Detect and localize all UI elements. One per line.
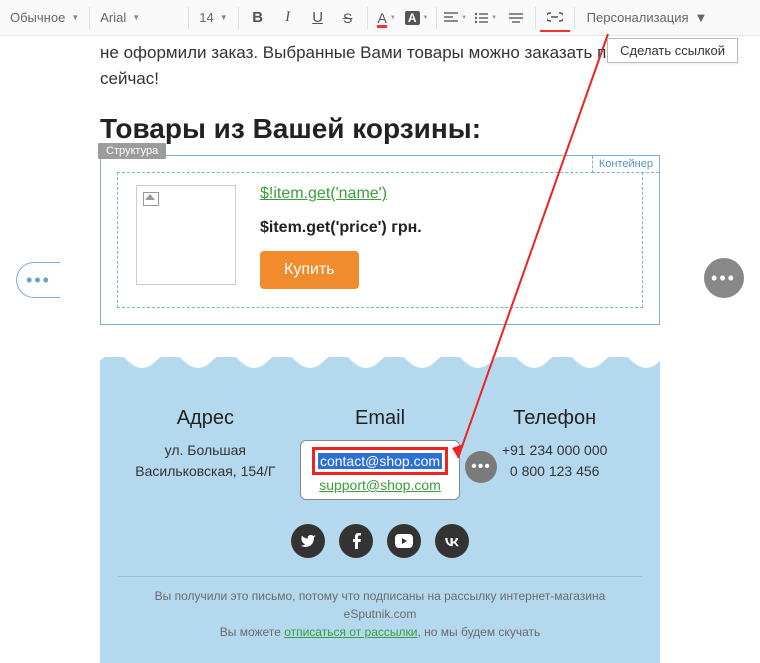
product-price[interactable]: $item.get('price') грн.	[260, 219, 624, 237]
product-image-placeholder[interactable]	[136, 185, 236, 285]
align-icon	[444, 12, 458, 24]
font-size-select[interactable]: 14 ▼	[193, 4, 233, 32]
toolbar-separator	[367, 7, 368, 29]
note-suffix: , но мы будем скучать	[417, 625, 540, 639]
strike-label: S	[343, 10, 352, 26]
bold-label: B	[252, 9, 263, 26]
underline-button[interactable]: U	[303, 4, 333, 32]
youtube-icon[interactable]	[387, 524, 421, 558]
email-selection-highlight: contact@shop.com	[312, 447, 448, 475]
product-details: $!item.get('name') $item.get('price') гр…	[260, 185, 624, 289]
link-icon	[547, 12, 563, 22]
email-text-block[interactable]: contact@shop.com support@shop.com •••	[300, 440, 460, 500]
left-side-actions-button[interactable]: •••	[16, 262, 60, 298]
vk-icon[interactable]	[435, 524, 469, 558]
caret-down-icon: ▼	[695, 10, 708, 25]
footer-note: Вы получили это письмо, потому что подпи…	[118, 587, 642, 641]
caret-down-icon: ▼	[132, 13, 140, 22]
footer-col-phone: Телефон +91 234 000 000 0 800 123 456	[467, 407, 642, 500]
product-name-link[interactable]: $!item.get('name')	[260, 185, 387, 202]
email-title: Email	[293, 407, 468, 430]
footer-columns: Адрес ул. Большая Васильковская, 154/Г E…	[118, 407, 642, 500]
list-icon	[474, 12, 488, 24]
personalization-label: Персонализация	[587, 10, 689, 25]
twitter-icon[interactable]	[291, 524, 325, 558]
footer-note-line-1: Вы получили это письмо, потому что подпи…	[118, 587, 642, 623]
paragraph-style-label: Обычное	[10, 10, 65, 25]
toolbar-separator	[436, 7, 437, 29]
right-side-actions-button[interactable]: •••	[704, 258, 744, 298]
underline-label: U	[312, 9, 323, 26]
list-button[interactable]	[471, 4, 501, 32]
text-color-button[interactable]: A	[372, 4, 402, 32]
align-button[interactable]	[441, 4, 471, 32]
structure-block[interactable]: Структура Контейнер $!item.get('name') $…	[100, 155, 660, 325]
bold-button[interactable]: B	[243, 4, 273, 32]
structure-label: Структура	[98, 143, 166, 159]
footer-note-line-2: Вы можете отписаться от рассылки, но мы …	[118, 623, 642, 641]
footer-block[interactable]: Адрес ул. Большая Васильковская, 154/Г E…	[100, 357, 660, 663]
toolbar-separator	[238, 7, 239, 29]
editor-toolbar: Обычное ▼ Arial ▼ 14 ▼ B I U S A A Персо…	[0, 0, 760, 36]
social-icons-row	[118, 524, 642, 558]
caret-down-icon: ▼	[220, 13, 228, 22]
caret-down-icon: ▼	[71, 13, 79, 22]
phone-title: Телефон	[467, 407, 642, 430]
block-actions-button[interactable]: •••	[465, 451, 497, 483]
footer-col-address: Адрес ул. Большая Васильковская, 154/Г	[118, 407, 293, 500]
strikethrough-button[interactable]: S	[333, 4, 363, 32]
cart-heading[interactable]: Товары из Вашей корзины:	[100, 113, 660, 145]
font-family-label: Arial	[100, 10, 126, 25]
personalization-select[interactable]: Персонализация ▼	[579, 10, 716, 25]
footer-wave-decoration	[100, 357, 660, 375]
address-line-2: Васильковская, 154/Г	[118, 461, 293, 482]
facebook-icon[interactable]	[339, 524, 373, 558]
clear-format-button[interactable]	[501, 4, 531, 32]
address-line-1: ул. Большая	[118, 440, 293, 461]
toolbar-separator	[535, 7, 536, 29]
font-family-select[interactable]: Arial ▼	[94, 4, 184, 32]
toolbar-separator	[574, 7, 575, 29]
insert-link-button[interactable]	[540, 4, 570, 32]
toolbar-separator	[89, 7, 90, 29]
italic-label: I	[285, 9, 290, 26]
font-size-label: 14	[199, 10, 213, 25]
toolbar-separator	[188, 7, 189, 29]
italic-button[interactable]: I	[273, 4, 303, 32]
background-color-button[interactable]: A	[402, 4, 432, 32]
address-title: Адрес	[118, 407, 293, 430]
structure-box: Контейнер $!item.get('name') $item.get('…	[100, 155, 660, 325]
buy-button[interactable]: Купить	[260, 251, 359, 289]
support-email-link[interactable]: support@shop.com	[319, 477, 441, 493]
editor-canvas: не оформили заказ. Выбранные Вами товары…	[0, 36, 760, 647]
footer-col-email: Email contact@shop.com support@shop.com …	[293, 407, 468, 500]
body-paragraph[interactable]: не оформили заказ. Выбранные Вами товары…	[100, 36, 660, 91]
note-prefix: Вы можете	[220, 625, 284, 639]
contact-email-selected[interactable]: contact@shop.com	[318, 453, 442, 469]
background-color-icon: A	[405, 11, 420, 25]
link-tooltip: Сделать ссылкой	[607, 38, 738, 63]
text-color-icon: A	[377, 10, 386, 26]
clear-format-icon	[509, 12, 523, 24]
unsubscribe-link[interactable]: отписаться от рассылки	[284, 625, 417, 639]
container-box[interactable]: $!item.get('name') $item.get('price') гр…	[117, 172, 643, 308]
footer-divider	[118, 576, 642, 577]
paragraph-style-select[interactable]: Обычное ▼	[4, 4, 85, 32]
container-label: Контейнер	[592, 156, 659, 173]
